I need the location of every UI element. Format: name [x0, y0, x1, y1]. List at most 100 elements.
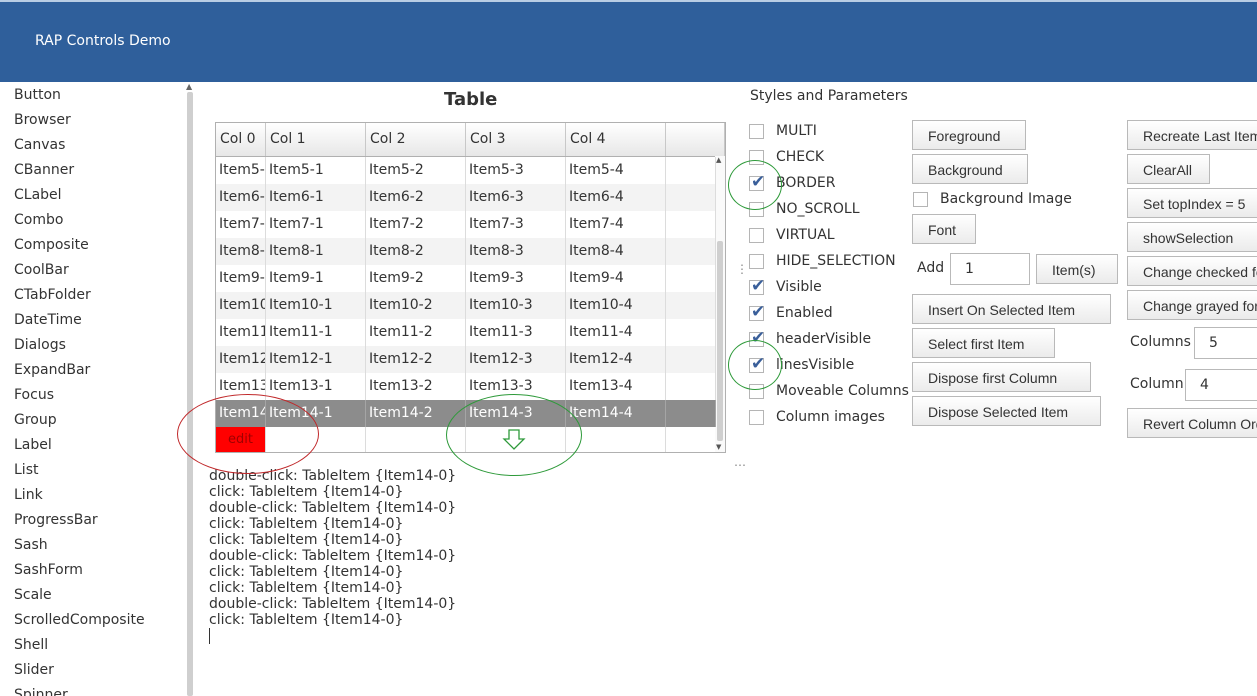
scroll-down-arrow-icon[interactable]: ▼	[716, 443, 721, 451]
sidebar-item-button[interactable]: Button	[14, 87, 61, 103]
table-cell[interactable]: Item7-4	[566, 211, 666, 238]
table-row[interactable]: Item5-0Item5-1Item5-2Item5-3Item5-4	[216, 157, 716, 184]
table-cell[interactable]: Item13-1	[266, 373, 366, 400]
table-row[interactable]: Item10-0Item10-1Item10-2Item10-3Item10-4	[216, 292, 716, 319]
table-cell[interactable]: Item8-2	[366, 238, 466, 265]
table-cell[interactable]: Item6-3	[466, 184, 566, 211]
table-scroll-thumb[interactable]	[717, 241, 723, 441]
table-cell[interactable]: Item10-3	[466, 292, 566, 319]
table-cell[interactable]: Item6-4	[566, 184, 666, 211]
background-image-checkbox[interactable]	[913, 192, 928, 207]
sidebar-item-browser[interactable]: Browser	[14, 112, 71, 128]
add-items-button[interactable]: Item(s)	[1036, 254, 1118, 284]
table-cell[interactable]: Item5-3	[466, 157, 566, 184]
table-cell[interactable]: Item10-4	[566, 292, 666, 319]
table-cell[interactable]: Item11-0	[216, 319, 266, 346]
sidebar-item-sash[interactable]: Sash	[14, 537, 48, 553]
table-cell[interactable]: Item11-2	[366, 319, 466, 346]
table-cell[interactable]: Item9-3	[466, 265, 566, 292]
sidebar-item-scrolledcomposite[interactable]: ScrolledComposite	[14, 612, 145, 628]
table-scrollbar[interactable]: ▲ ▼	[715, 156, 725, 452]
change-checked-button[interactable]: Change checked for	[1127, 256, 1257, 286]
table-cell[interactable]: Item8-1	[266, 238, 366, 265]
sidebar-item-focus[interactable]: Focus	[14, 387, 54, 403]
table-cell[interactable]: Item5-0	[216, 157, 266, 184]
table-cell[interactable]: Item9-0	[216, 265, 266, 292]
sidebar-item-coolbar[interactable]: CoolBar	[14, 262, 69, 278]
table-cell[interactable]: Item9-1	[266, 265, 366, 292]
sidebar-item-cbanner[interactable]: CBanner	[14, 162, 74, 178]
sidebar-item-canvas[interactable]: Canvas	[14, 137, 65, 153]
table-cell[interactable]: Item13-2	[366, 373, 466, 400]
sidebar-item-clabel[interactable]: CLabel	[14, 187, 62, 203]
scroll-up-arrow-icon[interactable]: ▲	[186, 82, 192, 91]
sidebar-item-slider[interactable]: Slider	[14, 662, 54, 678]
dispose-first-column-button[interactable]: Dispose first Column	[912, 362, 1091, 392]
sidebar-item-scale[interactable]: Scale	[14, 587, 52, 603]
checkbox-enabled[interactable]: ✔	[749, 302, 765, 322]
font-button[interactable]: Font	[912, 214, 976, 244]
sidebar-scroll-thumb[interactable]	[187, 92, 193, 696]
table-cell[interactable]: Item5-1	[266, 157, 366, 184]
sidebar-item-composite[interactable]: Composite	[14, 237, 89, 253]
table-cell[interactable]: Item7-0	[216, 211, 266, 238]
table-row[interactable]: Item13-0Item13-1Item13-2Item13-3Item13-4	[216, 373, 716, 400]
table-cell[interactable]: Item8-0	[216, 238, 266, 265]
table-cell[interactable]: Item9-2	[366, 265, 466, 292]
foreground-button[interactable]: Foreground	[912, 120, 1026, 150]
column-header-0[interactable]: Col 0	[216, 123, 266, 156]
insert-on-selected-button[interactable]: Insert On Selected Item	[912, 294, 1111, 324]
table-cell[interactable]: Item10-2	[366, 292, 466, 319]
sidebar-scrollbar[interactable]: ▲	[184, 82, 196, 696]
table-cell[interactable]: Item12-0	[216, 346, 266, 373]
dispose-selected-item-button[interactable]: Dispose Selected Item	[912, 396, 1101, 426]
sash-handle[interactable]: ⋮	[736, 262, 748, 276]
show-selection-button[interactable]: showSelection	[1127, 222, 1257, 252]
sidebar-item-dialogs[interactable]: Dialogs	[14, 337, 66, 353]
table-cell[interactable]: Item12-4	[566, 346, 666, 373]
recreate-last-item-button[interactable]: Recreate Last Item	[1127, 120, 1257, 150]
table-row[interactable]: Item7-0Item7-1Item7-2Item7-3Item7-4	[216, 211, 716, 238]
checkbox-virtual[interactable]	[749, 228, 764, 243]
sidebar-item-progressbar[interactable]: ProgressBar	[14, 512, 98, 528]
table-row[interactable]: Item11-0Item11-1Item11-2Item11-3Item11-4	[216, 319, 716, 346]
checkbox-column-images[interactable]	[749, 410, 764, 425]
clear-all-button[interactable]: ClearAll	[1127, 154, 1210, 184]
column-header-1[interactable]: Col 1	[266, 123, 366, 156]
table-cell[interactable]: Item9-4	[566, 265, 666, 292]
table-cell[interactable]: Item12-1	[266, 346, 366, 373]
sidebar-item-combo[interactable]: Combo	[14, 212, 63, 228]
table-cell[interactable]: Item6-1	[266, 184, 366, 211]
table-cell[interactable]: Item13-4	[566, 373, 666, 400]
table-cell[interactable]: Item11-4	[566, 319, 666, 346]
sidebar-item-list[interactable]: List	[14, 462, 38, 478]
column-header-2[interactable]: Col 2	[366, 123, 466, 156]
sidebar-item-datetime[interactable]: DateTime	[14, 312, 82, 328]
column-header-3[interactable]: Col 3	[466, 123, 566, 156]
sidebar-item-link[interactable]: Link	[14, 487, 43, 503]
background-button[interactable]: Background	[912, 154, 1028, 184]
table-cell[interactable]: Item8-4	[566, 238, 666, 265]
columns-input[interactable]: 5	[1194, 327, 1257, 359]
table-cell[interactable]: Item12-3	[466, 346, 566, 373]
table-cell[interactable]: Item10-0	[216, 292, 266, 319]
set-top-index-button[interactable]: Set topIndex = 5	[1127, 188, 1257, 218]
checkbox-visible[interactable]: ✔	[749, 276, 765, 296]
table-cell[interactable]: Item10-1	[266, 292, 366, 319]
table-cell[interactable]: Item12-2	[366, 346, 466, 373]
table-row[interactable]: Item6-0Item6-1Item6-2Item6-3Item6-4	[216, 184, 716, 211]
table-row[interactable]: Item9-0Item9-1Item9-2Item9-3Item9-4	[216, 265, 716, 292]
sidebar-item-sashform[interactable]: SashForm	[14, 562, 83, 578]
table-cell[interactable]: Item5-2	[366, 157, 466, 184]
table-row[interactable]: Item8-0Item8-1Item8-2Item8-3Item8-4	[216, 238, 716, 265]
table-row[interactable]: Item12-0Item12-1Item12-2Item12-3Item12-4	[216, 346, 716, 373]
sash-handle-bottom[interactable]: …	[734, 455, 746, 469]
sidebar-item-expandbar[interactable]: ExpandBar	[14, 362, 90, 378]
table-cell[interactable]: Item7-3	[466, 211, 566, 238]
checkbox-hide-selection[interactable]	[749, 254, 764, 269]
sidebar-item-spinner[interactable]: Spinner	[14, 687, 68, 696]
column-header-4[interactable]: Col 4	[566, 123, 666, 156]
table-cell[interactable]: Item11-1	[266, 319, 366, 346]
sidebar-item-ctabfolder[interactable]: CTabFolder	[14, 287, 91, 303]
add-count-input[interactable]: 1	[950, 253, 1030, 285]
